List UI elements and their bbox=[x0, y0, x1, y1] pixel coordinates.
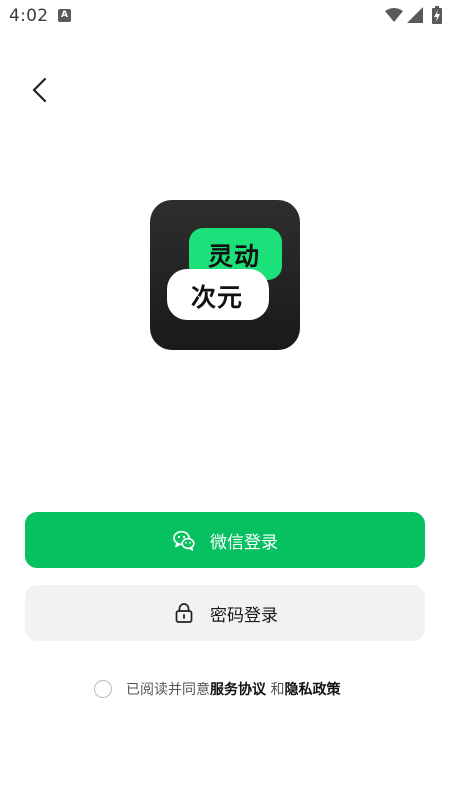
logo-text-top: 灵动 bbox=[208, 242, 261, 271]
wechat-icon bbox=[172, 528, 196, 552]
password-login-button[interactable]: 密码登录 bbox=[25, 585, 425, 641]
logo-text-bottom: 次元 bbox=[191, 283, 244, 312]
battery-charging-icon bbox=[432, 6, 442, 24]
chevron-left-icon bbox=[32, 77, 47, 103]
agreement-prefix: 已阅读并同意 bbox=[126, 682, 210, 698]
agreement-row: 已阅读并同意 服务协议 和 隐私政策 bbox=[94, 678, 340, 700]
agreement-conjunction: 和 bbox=[266, 682, 285, 698]
password-login-label: 密码登录 bbox=[210, 605, 278, 626]
signal-icon bbox=[407, 7, 423, 23]
a-letter-icon: A bbox=[58, 9, 71, 22]
status-time: 4:02 bbox=[9, 6, 49, 26]
lock-icon bbox=[172, 601, 196, 625]
wifi-icon bbox=[385, 8, 403, 22]
privacy-policy-link[interactable]: 隐私政策 bbox=[284, 679, 340, 699]
agree-checkbox[interactable] bbox=[94, 680, 112, 698]
service-agreement-link[interactable]: 服务协议 bbox=[210, 679, 266, 699]
status-bar: 4:02 A bbox=[0, 0, 450, 32]
wechat-login-button[interactable]: 微信登录 bbox=[25, 512, 425, 568]
back-button[interactable] bbox=[24, 74, 56, 106]
app-logo: 灵动 次元 bbox=[150, 200, 300, 350]
login-screen: 4:02 A 灵动 次元 微信登录 密码登录 已阅读并同意 服务协议 和 隐私政… bbox=[0, 0, 450, 800]
wechat-login-label: 微信登录 bbox=[210, 532, 278, 553]
